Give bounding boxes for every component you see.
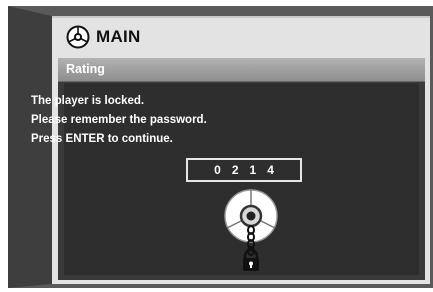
press-enter-message: Press ENTER to continue. [31,133,173,145]
password-digit: 2 [231,163,239,177]
tv-screen: MAIN Rating The player is locked. Please… [0,0,433,292]
panel-title: Rating [66,62,105,76]
password-digit: 0 [214,163,221,177]
password-digit: 1 [249,163,257,177]
disc-icon [66,25,90,49]
password-display: 0 2 1 4 [186,158,302,182]
panel-titlebar: Rating [58,58,425,82]
locked-message: The player is locked. [31,95,145,107]
remember-password-message: Please remember the password. [31,114,207,126]
locked-disc-icon [224,189,278,271]
header: MAIN [56,18,426,56]
password-digit: 4 [267,163,274,177]
page-title: MAIN [96,27,141,46]
